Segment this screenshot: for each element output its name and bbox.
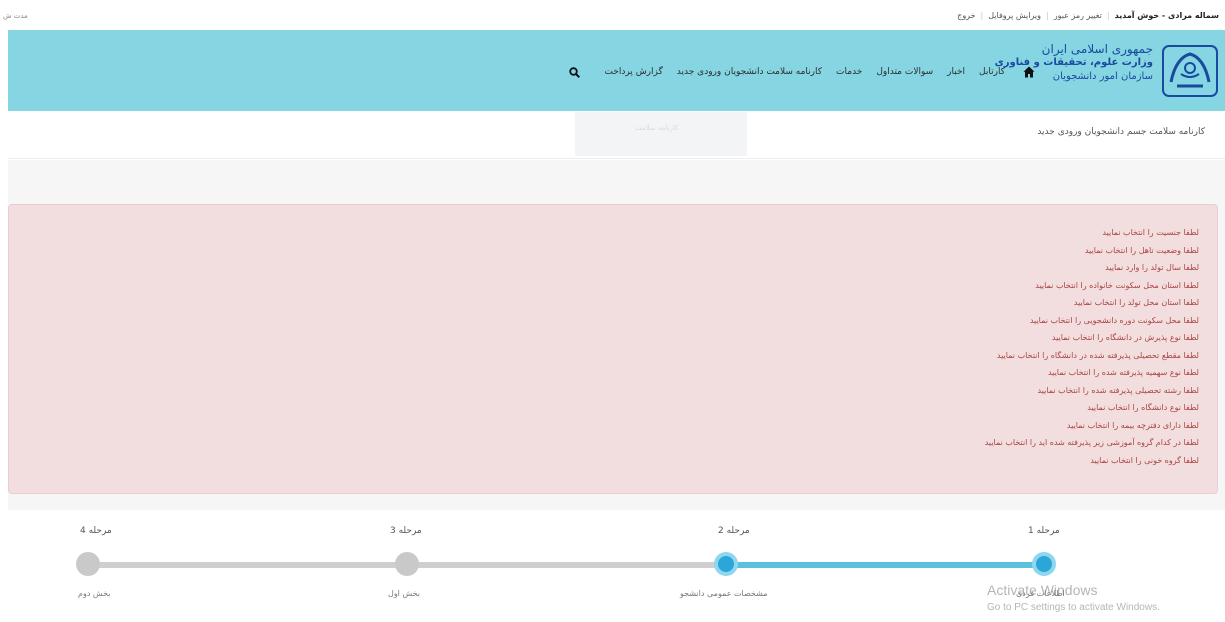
nav-item-cartable[interactable]: کارتابل (979, 67, 1005, 77)
error-message: لطفا رشته تحصیلی پذیرفته شده را انتخاب ن… (1037, 385, 1199, 395)
main-nav: کارتابل اخبار سوالات متداول خدمات کارنام… (569, 66, 1035, 78)
error-message: لطفا وضعیت تاهل را انتخاب نمایید (1084, 245, 1199, 255)
nav-item-payment-report[interactable]: گزارش پرداخت (604, 67, 662, 77)
error-message: لطفا گروه خونی را انتخاب نمایید (1090, 455, 1199, 465)
ghost-tab: کارنامه سلامت (575, 112, 747, 156)
error-message: لطفا استان محل تولد را انتخاب نمایید (1073, 298, 1199, 307)
step-4-title: مرحله 4 (80, 526, 112, 536)
error-list: لطفا جنسیت را انتخاب نمایید لطفا وضعیت ت… (985, 224, 1199, 469)
step-2-dot[interactable] (714, 552, 738, 576)
step-2-subtitle: مشخصات عمومی دانشجو (680, 589, 768, 598)
nav-item-health-report[interactable]: کارنامه سلامت دانشجویان ورودی جدید (677, 67, 822, 77)
error-message: لطفا سال تولد را وارد نمایید (1105, 263, 1199, 272)
nav-item-news[interactable]: اخبار (947, 67, 965, 77)
separator: | (1046, 11, 1049, 20)
step-1-subtitle: اطلاعات فردی (1016, 589, 1065, 598)
step-4-dot[interactable] (76, 552, 100, 576)
user-links: سماله مرادی - خوش آمدید | تغییر رمز عبور… (957, 11, 1219, 20)
step-4-subtitle: بخش دوم (78, 589, 111, 598)
error-message: لطفا نوع دانشگاه را انتخاب نمایید (1087, 403, 1199, 412)
nav-item-services[interactable]: خدمات (836, 67, 862, 77)
search-icon[interactable] (569, 66, 581, 78)
step-3-subtitle: بخش اول (388, 589, 421, 598)
validation-alert: لطفا جنسیت را انتخاب نمایید لطفا وضعیت ت… (8, 204, 1218, 494)
error-message: لطفا نوع پذیرش در دانشگاه را انتخاب نمای… (1051, 333, 1199, 342)
top-user-bar: سماله مرادی - خوش آمدید | تغییر رمز عبور… (0, 0, 1225, 30)
step-1-dot[interactable] (1032, 552, 1056, 576)
error-message: لطفا در کدام گروه آموزشی زیر پذیرفته شده… (984, 438, 1199, 447)
separator: | (980, 11, 984, 20)
stepper-track-completed (726, 562, 1044, 568)
error-message: لطفا محل سکونت دوره دانشجویی را انتخاب ن… (1029, 315, 1199, 325)
home-icon[interactable] (1023, 66, 1035, 78)
session-text: مدت ش (3, 12, 28, 20)
step-3-title: مرحله 3 (390, 526, 422, 536)
separator: | (1106, 11, 1110, 20)
step-3-dot[interactable] (395, 552, 419, 576)
change-password-link[interactable]: تغییر رمز عبور (1054, 11, 1102, 20)
step-1-title: مرحله 1 (1028, 526, 1060, 536)
nav-item-faq[interactable]: سوالات متداول (876, 67, 933, 77)
error-message: لطفا دارای دفترچه بیمه را انتخاب نمایید (1066, 420, 1199, 430)
edit-profile-link[interactable]: ویرایش پروفایل (988, 11, 1041, 20)
error-message: لطفا مقطع تحصیلی پذیرفته شده در دانشگاه … (996, 350, 1199, 360)
user-greeting: سماله مرادی - خوش آمدید (1114, 11, 1219, 20)
site-header: جمهوری اسلامی ایران وزارت علوم، تحقیقات … (8, 30, 1225, 111)
org-line-1: جمهوری اسلامی ایران (1041, 42, 1153, 56)
error-message: لطفا استان محل سکونت خانواده را انتخاب ن… (1035, 280, 1199, 290)
emblem-logo[interactable] (1161, 42, 1219, 100)
ghost-tab-label: کارنامه سلامت (635, 124, 679, 132)
error-message: لطفا جنسیت را انتخاب نمایید (1102, 228, 1199, 237)
page-title: کارنامه سلامت جسم دانشجویان ورودی جدید (1037, 127, 1205, 137)
error-message: لطفا نوع سهمیه پذیرفته شده را انتخاب نما… (1047, 368, 1199, 377)
logout-link[interactable]: خروج (957, 11, 975, 20)
step-2-title: مرحله 2 (718, 526, 750, 536)
